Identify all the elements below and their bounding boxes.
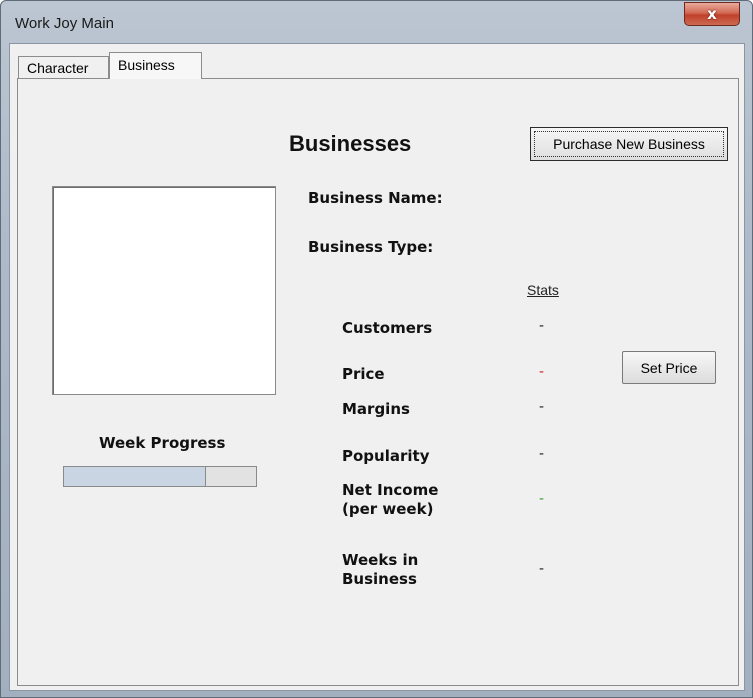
net-income-label-line2: (per week) (342, 500, 434, 518)
purchase-button-label: Purchase New Business (534, 131, 724, 157)
margins-label: Margins (342, 400, 410, 418)
close-button[interactable]: x (684, 2, 740, 26)
business-image-box (52, 186, 276, 395)
week-progress-bar (63, 466, 257, 487)
price-value: - (539, 363, 544, 380)
business-tab-panel: Businesses Purchase New Business Busines… (17, 78, 739, 686)
net-income-label: Net Income (per week) (342, 481, 438, 519)
weeks-label-line2: Business (342, 570, 417, 588)
price-label: Price (342, 365, 385, 383)
net-income-label-line1: Net Income (342, 481, 439, 499)
business-type-label: Business Type: (308, 238, 434, 256)
margins-value: - (539, 398, 544, 415)
set-price-button[interactable]: Set Price (622, 351, 716, 384)
week-progress-fill (64, 467, 207, 486)
week-progress-label: Week Progress (99, 434, 226, 452)
window-client-area: Character Business Businesses Purchase N… (9, 43, 745, 691)
weeks-label-line1: Weeks in (342, 551, 419, 569)
net-income-value: - (539, 490, 544, 507)
tab-character[interactable]: Character (18, 56, 109, 78)
stats-header: Stats (527, 282, 559, 298)
window-title: Work Joy Main (15, 15, 114, 32)
page-title: Businesses (289, 131, 412, 156)
purchase-new-business-button[interactable]: Purchase New Business (530, 127, 728, 161)
weeks-in-business-label: Weeks in Business (342, 551, 418, 589)
customers-label: Customers (342, 319, 433, 337)
business-name-label: Business Name: (308, 189, 443, 207)
weeks-in-business-value: - (539, 560, 544, 577)
popularity-label: Popularity (342, 447, 430, 465)
customers-value: - (539, 317, 544, 334)
tab-business[interactable]: Business (109, 52, 202, 79)
app-window: Work Joy Main x Character Business Busin… (0, 0, 753, 698)
close-icon: x (707, 5, 717, 23)
popularity-value: - (539, 445, 544, 462)
title-bar[interactable]: Work Joy Main x (1, 1, 752, 41)
